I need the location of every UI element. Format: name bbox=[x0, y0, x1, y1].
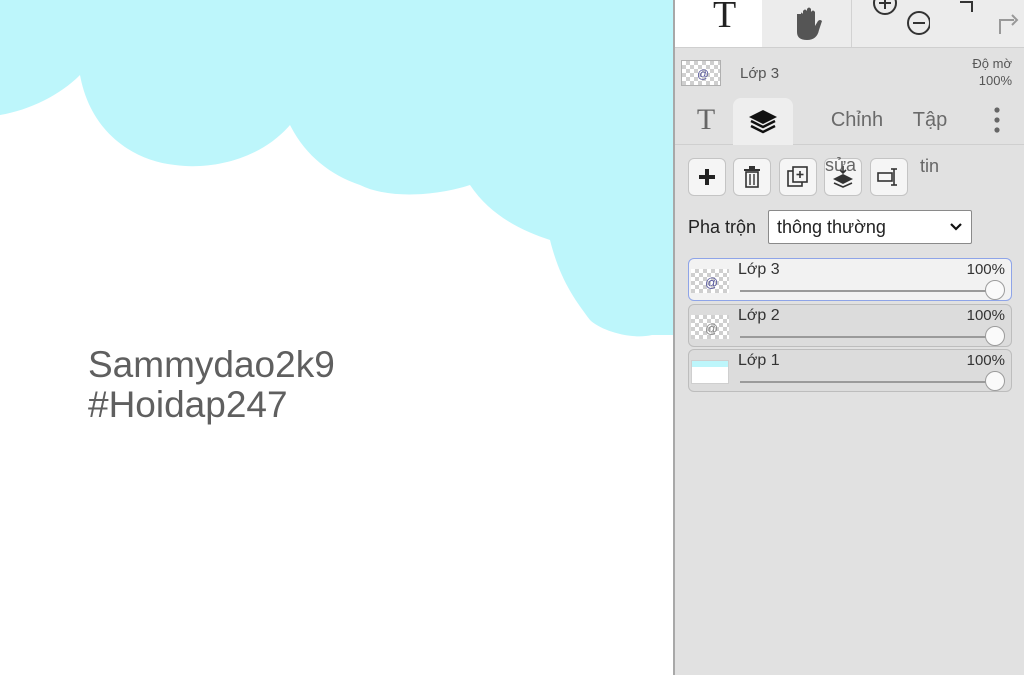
add-layer-button[interactable] bbox=[688, 158, 726, 196]
zoom-tool-button[interactable] bbox=[851, 0, 938, 47]
blend-mode-value: thông thường bbox=[777, 216, 886, 237]
duplicate-icon bbox=[787, 166, 808, 187]
layer-opacity: 100% bbox=[966, 261, 1005, 278]
rename-layer-button[interactable] bbox=[870, 158, 908, 196]
hand-tool-button[interactable] bbox=[763, 0, 851, 47]
layer-row[interactable]: @ Lớp 2 100% bbox=[688, 304, 1012, 347]
cloud-shape bbox=[0, 0, 674, 337]
layer-row[interactable]: @ Lớp 3 100% bbox=[688, 258, 1012, 301]
add-icon bbox=[699, 169, 715, 185]
layer-thumbnail: @ bbox=[691, 269, 729, 293]
current-layer-name: Lớp 3 bbox=[740, 65, 780, 82]
opacity-label: Độ mờ bbox=[972, 56, 1012, 71]
tab-adjust[interactable]: Chỉnh bbox=[807, 96, 907, 144]
hand-icon bbox=[797, 7, 822, 40]
opacity-slider-track[interactable] bbox=[740, 381, 999, 383]
side-panel: T @ Lớp 3 Độ mờ 100% T Chỉnh Tập sửa tin… bbox=[673, 0, 1024, 675]
blend-mode-select[interactable]: thông thường bbox=[768, 210, 972, 244]
tab-collection[interactable]: Tập bbox=[903, 96, 957, 144]
text-T-icon: T bbox=[713, 0, 736, 36]
layer-thumbnail: @ bbox=[691, 315, 729, 339]
zoom-in-out-icon bbox=[873, 0, 930, 35]
layer-thumbnail-content bbox=[692, 361, 728, 367]
drawing-canvas[interactable]: Sammydao2k9 #Hoidap247 bbox=[0, 0, 674, 675]
redo-icon bbox=[959, 1, 1018, 34]
opacity-slider-track[interactable] bbox=[740, 290, 999, 292]
text-tool-button[interactable]: T bbox=[675, 0, 762, 47]
opacity-slider-track[interactable] bbox=[740, 336, 999, 338]
duplicate-layer-button[interactable] bbox=[779, 158, 817, 196]
undo-redo-button[interactable] bbox=[937, 0, 1024, 47]
opacity-value: 100% bbox=[978, 73, 1012, 88]
svg-text:T: T bbox=[713, 0, 736, 36]
svg-text:@: @ bbox=[697, 67, 709, 81]
layer-thumbnail-content: @ bbox=[697, 67, 709, 81]
layer-opacity: 100% bbox=[966, 307, 1005, 324]
chevron-down-icon bbox=[950, 223, 962, 231]
trash-icon bbox=[744, 166, 760, 188]
layer-row[interactable]: Lớp 1 100% bbox=[688, 349, 1012, 392]
layer-name: Lớp 1 bbox=[738, 352, 780, 369]
opacity-slider-knob[interactable] bbox=[985, 371, 1005, 391]
rename-icon bbox=[877, 168, 897, 186]
overflow-label-edit: sửa bbox=[825, 155, 857, 175]
blend-mode-label: Pha trộn bbox=[688, 217, 757, 237]
more-tabs-button[interactable] bbox=[975, 96, 1019, 144]
tool-bar: T bbox=[675, 0, 1024, 48]
layer-thumbnail: @ bbox=[681, 60, 721, 86]
tab-text[interactable]: T bbox=[683, 96, 729, 144]
layer-thumbnail-content: @ bbox=[705, 321, 718, 336]
current-layer-header: @ Lớp 3 Độ mờ 100% bbox=[675, 48, 1024, 96]
layers-icon bbox=[749, 109, 777, 133]
layer-thumbnail-content: @ bbox=[705, 275, 718, 290]
more-vertical-icon bbox=[994, 107, 1000, 133]
text-tab-icon: T bbox=[696, 103, 716, 136]
svg-text:@: @ bbox=[705, 321, 718, 336]
svg-text:@: @ bbox=[705, 275, 718, 290]
opacity-slider-knob[interactable] bbox=[985, 280, 1005, 300]
layer-opacity: 100% bbox=[966, 352, 1005, 369]
delete-layer-button[interactable] bbox=[733, 158, 771, 196]
opacity-slider-knob[interactable] bbox=[985, 326, 1005, 346]
canvas-text-line2: #Hoidap247 bbox=[88, 384, 288, 425]
layer-name: Lớp 3 bbox=[738, 261, 780, 278]
canvas-text-line1: Sammydao2k9 bbox=[88, 344, 335, 385]
overflow-label-info: tin bbox=[920, 156, 940, 176]
panel-tabs: T Chỉnh Tập bbox=[675, 96, 1024, 145]
layer-name: Lớp 2 bbox=[738, 307, 780, 324]
tab-layers[interactable] bbox=[733, 98, 793, 145]
layer-thumbnail bbox=[691, 360, 729, 384]
